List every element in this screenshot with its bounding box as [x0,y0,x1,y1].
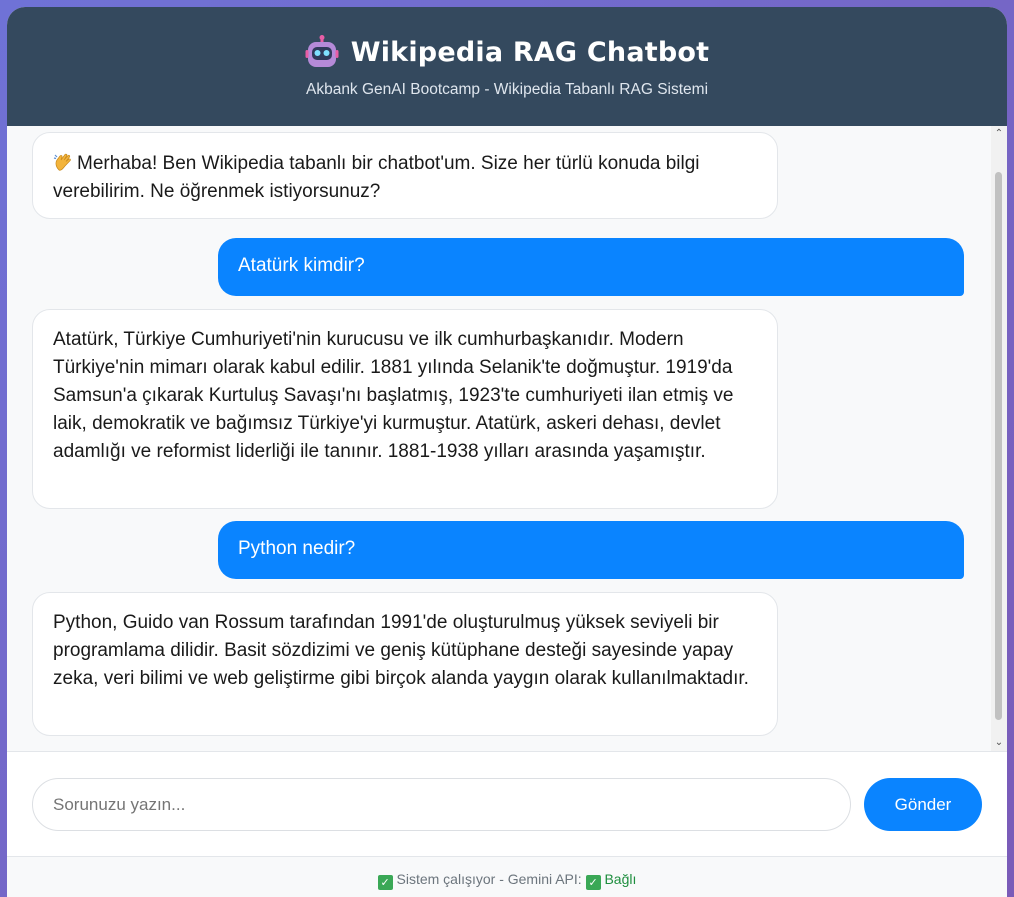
bot-message: Atatürk, Türkiye Cumhuriyeti'nin kurucus… [32,309,778,509]
system-status-text: Sistem çalışıyor - Gemini API: [396,871,582,887]
title-row: Wikipedia RAG Chatbot [7,35,1007,69]
input-area: Gönder [7,751,1007,856]
user-message: Python nedir? [218,521,964,579]
page-subtitle: Akbank GenAI Bootcamp - Wikipedia Tabanl… [305,81,709,98]
check-icon: ✓ [585,875,601,890]
message-text: Atatürk kimdir? [238,255,365,276]
scrollbar-thumb[interactable] [995,172,1002,720]
user-message: Atatürk kimdir? [218,238,964,296]
chat-window: Wikipedia RAG Chatbot Akbank GenAI Bootc… [7,7,1007,897]
header: Wikipedia RAG Chatbot Akbank GenAI Bootc… [7,7,1007,126]
message-list[interactable]: Merhaba! Ben Wikipedia tabanlı bir chatb… [7,126,1007,751]
bot-message: Python, Guido van Rossum tarafından 1991… [32,592,778,736]
waving-hand-icon [53,149,73,177]
message-text: Python, Guido van Rossum tarafından 1991… [53,612,749,689]
scrollbar[interactable]: ⌃ ⌄ [991,126,1007,751]
message-text: Atatürk, Türkiye Cumhuriyeti'nin kurucus… [53,329,734,462]
status-bar: ✓ Sistem çalışıyor - Gemini API: ✓ Bağlı [7,856,1007,897]
page-title: Wikipedia RAG Chatbot [350,36,710,68]
check-icon: ✓ [377,875,393,890]
message-text: Merhaba! Ben Wikipedia tabanlı bir chatb… [53,153,700,202]
scroll-down-arrow-icon[interactable]: ⌄ [991,735,1007,751]
bot-message: Merhaba! Ben Wikipedia tabanlı bir chatb… [32,132,778,219]
scroll-up-arrow-icon[interactable]: ⌃ [991,126,1007,142]
question-input[interactable] [32,778,851,831]
send-button[interactable]: Gönder [864,778,982,831]
robot-icon [305,35,339,69]
message-text: Python nedir? [238,538,356,559]
api-status-text: Bağlı [604,871,637,887]
